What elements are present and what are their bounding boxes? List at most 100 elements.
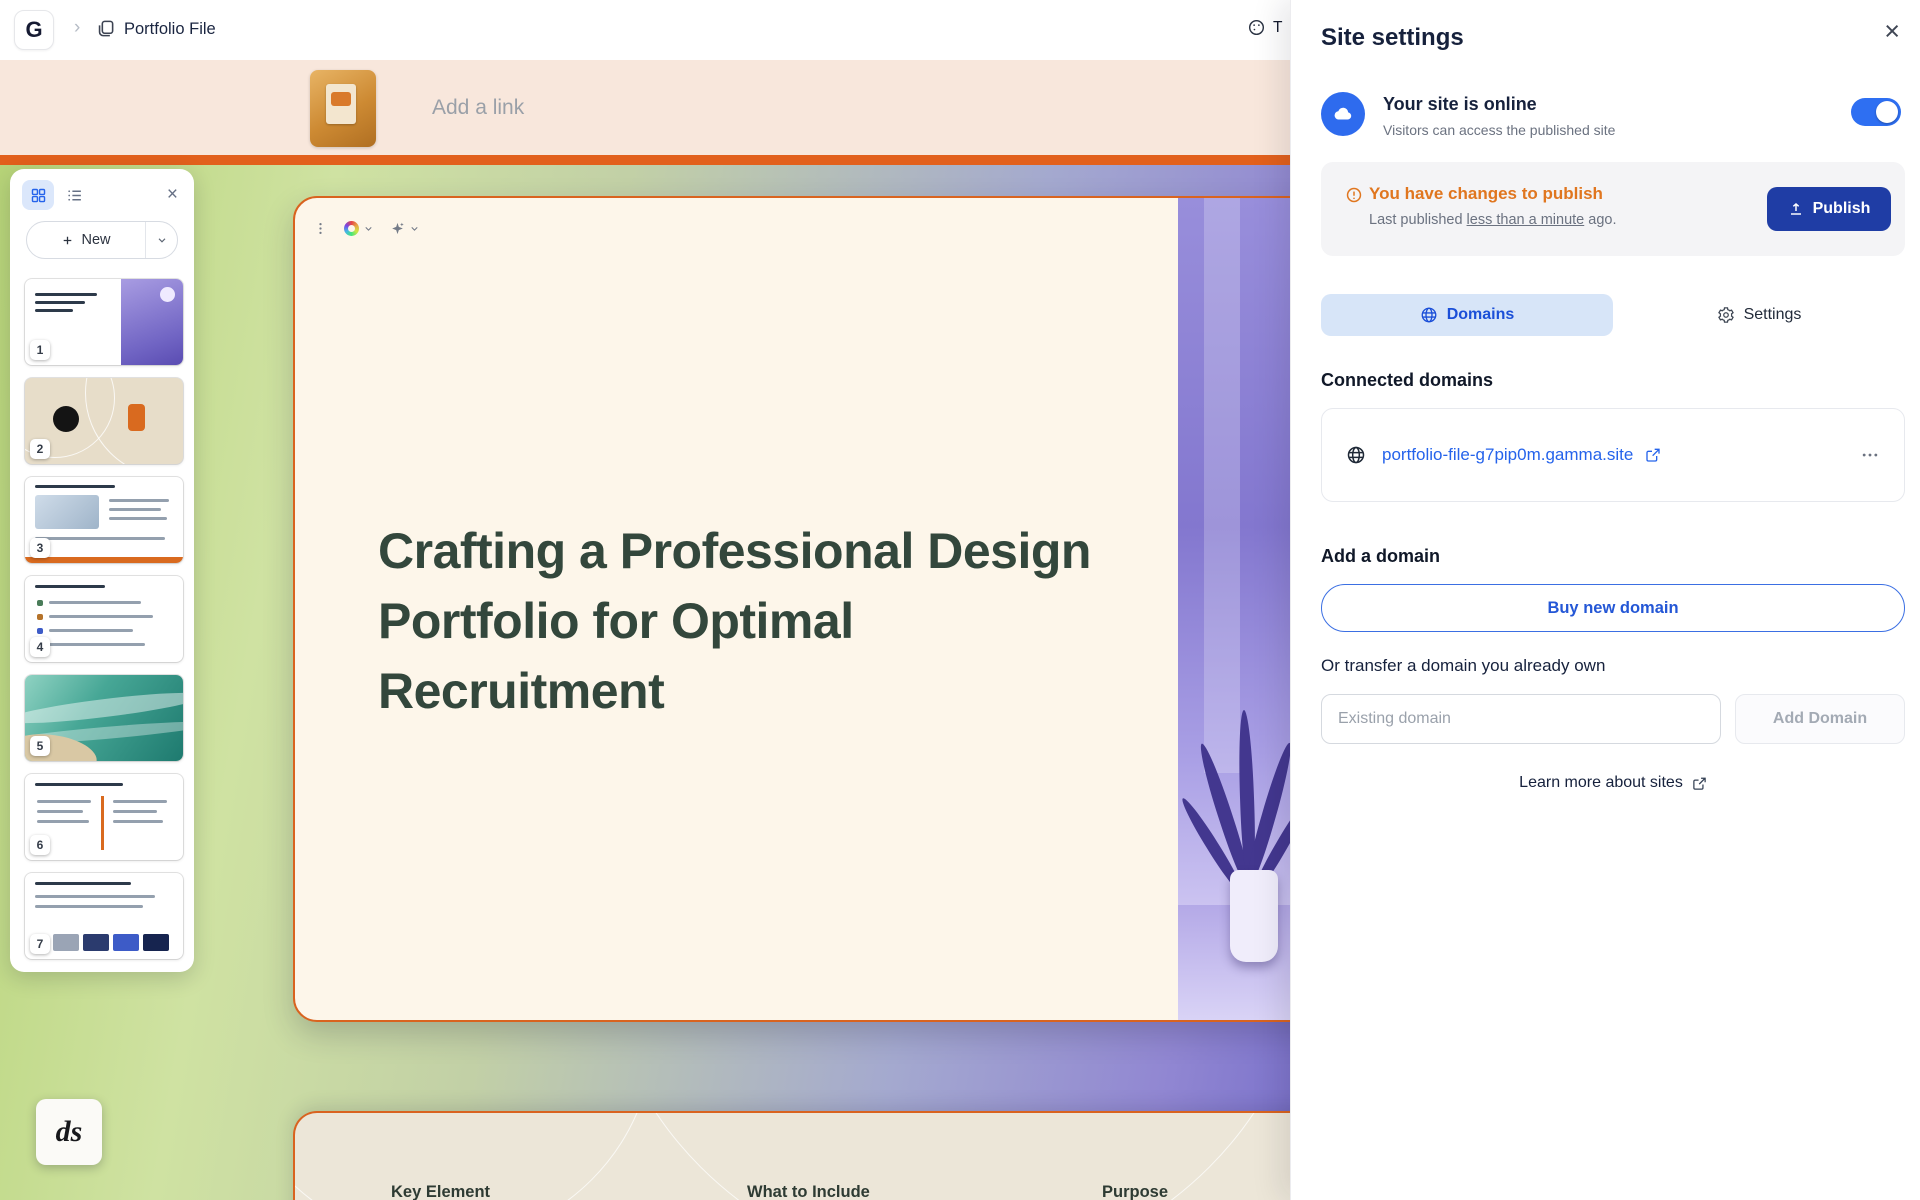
workspace-avatar-label: ds (55, 1115, 83, 1148)
add-domain-heading: Add a domain (1321, 546, 1441, 566)
domain-more-button[interactable] (1860, 445, 1880, 465)
card-ai-button[interactable] (390, 221, 420, 236)
thumb-footer-bar (25, 557, 183, 563)
thumb-text-line (35, 309, 73, 312)
app-window: G › Portfolio File T Add a link Crafting… (0, 0, 1920, 1200)
thumb-bullet (37, 614, 43, 620)
connected-domain-card: portfolio-file-g7pip0m.gamma.site (1321, 408, 1905, 502)
last-published-text: Last published less than a minute ago. (1369, 212, 1616, 228)
card-number-badge: 1 (30, 340, 50, 360)
thumb-text-line (35, 293, 97, 296)
thumb-text-line (109, 508, 161, 511)
card-list-header: × (22, 177, 184, 213)
publish-button[interactable]: Publish (1767, 187, 1891, 231)
card-number-badge: 5 (30, 736, 50, 756)
gamma-logo-button[interactable]: G (14, 10, 54, 50)
color-ring-icon (344, 221, 359, 236)
changes-title: You have changes to publish (1369, 184, 1603, 203)
thumb-text-line (109, 499, 169, 502)
thumb-photo-shape (35, 495, 99, 529)
external-link-icon (1693, 777, 1706, 790)
slide-card-table[interactable]: Key Element What to Include Purpose (293, 1111, 1340, 1200)
published-prefix: Last published (1369, 212, 1467, 228)
cloud-status-icon (1321, 92, 1365, 136)
slide-toolbar (313, 220, 420, 237)
thumb-circle-shape (53, 406, 79, 432)
card-color-button[interactable] (344, 221, 374, 236)
thumb-text-line (113, 820, 163, 823)
card-thumbnail-7[interactable]: 7 (25, 873, 183, 959)
thumb-mini-image (143, 934, 169, 951)
thumb-text-line (35, 783, 123, 786)
list-view-button[interactable] (58, 180, 90, 210)
card-number-badge: 2 (30, 439, 50, 459)
site-online-subtitle: Visitors can access the published site (1383, 122, 1616, 138)
card-number-badge: 7 (30, 934, 50, 954)
theme-button-partial[interactable]: T (1247, 18, 1282, 37)
site-online-toggle[interactable] (1851, 98, 1901, 126)
theme-button-label: T (1273, 18, 1283, 36)
tab-settings[interactable]: Settings (1613, 294, 1905, 336)
sparkle-icon (392, 222, 404, 235)
thumb-text-line (49, 643, 145, 646)
learn-more-label: Learn more about sites (1519, 774, 1683, 791)
warning-icon (1345, 186, 1363, 204)
thumb-text-line (37, 800, 91, 803)
breadcrumb-chevron-icon: › (74, 17, 81, 38)
card-list-panel: × New 1 2 3 4 5 6 7 (10, 169, 194, 972)
slide-title-line: Portfolio for Optimal (378, 593, 854, 649)
add-link-field[interactable]: Add a link (432, 96, 524, 120)
card-thumbnail-3[interactable]: 3 (25, 477, 183, 563)
breadcrumb[interactable]: Portfolio File (124, 20, 216, 39)
link-preview-thumbnail[interactable] (310, 70, 376, 147)
thumb-text-line (113, 810, 157, 813)
table-header: Purpose (1102, 1183, 1169, 1200)
open-domain-icon[interactable] (1645, 447, 1661, 463)
buy-new-domain-button[interactable]: Buy new domain (1321, 584, 1905, 632)
panel-title: Site settings (1321, 24, 1464, 51)
tab-domains[interactable]: Domains (1321, 294, 1613, 336)
transfer-domain-row: Add Domain (1321, 694, 1905, 744)
add-domain-button[interactable]: Add Domain (1735, 694, 1905, 744)
document-icon (96, 19, 115, 38)
thumb-text-line (37, 820, 89, 823)
new-card-label: New (81, 232, 111, 248)
card-thumbnail-4[interactable]: 4 (25, 576, 183, 662)
table-header-row: Key Element What to Include Purpose (295, 1183, 1338, 1200)
card-number-badge: 3 (30, 538, 50, 558)
card-thumbnail-6[interactable]: 6 (25, 774, 183, 860)
thumbnail-accent-shape (331, 92, 351, 106)
card-thumbnail-1[interactable]: 1 (25, 279, 183, 365)
close-panel-button[interactable]: × (1880, 14, 1904, 49)
thumb-text-line (35, 895, 155, 898)
new-card-button[interactable]: New (27, 222, 145, 258)
thumb-divider-bar (101, 796, 104, 850)
thumb-bullet (37, 600, 43, 606)
existing-domain-input[interactable] (1321, 694, 1721, 744)
palette-icon (1248, 19, 1265, 36)
published-time-link[interactable]: less than a minute (1467, 212, 1585, 228)
workspace-avatar[interactable]: ds (36, 1099, 102, 1165)
plant-vase-shape (1230, 870, 1278, 962)
grid-view-button[interactable] (22, 180, 54, 210)
thumb-text-line (37, 810, 83, 813)
card-thumbnail-5[interactable]: 5 (25, 675, 183, 761)
slide-card-title[interactable]: Crafting a Professional Design Portfolio… (293, 196, 1340, 1022)
slide-title-line: Recruitment (378, 663, 665, 719)
close-card-list-button[interactable]: × (161, 182, 184, 208)
card-number-badge: 4 (30, 637, 50, 657)
drag-handle-icon[interactable] (313, 220, 328, 237)
new-card-dropdown-button[interactable] (145, 222, 177, 258)
table-header: What to Include (747, 1183, 870, 1200)
domain-url-link[interactable]: portfolio-file-g7pip0m.gamma.site (1382, 445, 1633, 465)
site-online-row: Your site is online Visitors can access … (1321, 84, 1905, 144)
connected-domains-heading: Connected domains (1321, 370, 1494, 390)
learn-more-link[interactable]: Learn more about sites (1321, 774, 1905, 792)
transfer-domain-heading: Or transfer a domain you already own (1321, 656, 1606, 675)
card-thumbnail-2[interactable]: 2 (25, 378, 183, 464)
slide-title[interactable]: Crafting a Professional Design Portfolio… (378, 516, 1178, 726)
new-card-control: New (26, 221, 178, 259)
thumb-text-line (49, 629, 133, 632)
plus-icon (64, 236, 72, 244)
thumb-text-line (35, 905, 143, 908)
